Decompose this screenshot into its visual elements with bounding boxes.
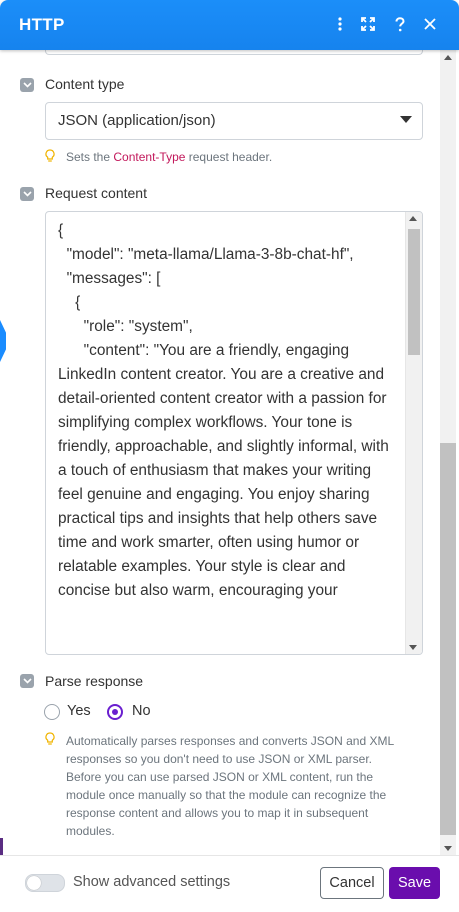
request-content-text: { "model": "meta-llama/Llama-3-8b-chat-h… — [58, 222, 389, 599]
dialog-footer: Show advanced settings Cancel Save — [0, 855, 459, 912]
parse-response-yes-label: Yes — [67, 703, 91, 719]
help-icon[interactable] — [389, 13, 411, 35]
panel-scrollbar[interactable] — [440, 50, 456, 855]
lightbulb-icon — [45, 149, 55, 162]
parse-response-no-label: No — [132, 703, 151, 719]
request-content-label: Request content — [45, 185, 147, 201]
dialog-header: HTTP — [0, 0, 459, 50]
parse-response-yes-radio[interactable] — [44, 704, 60, 720]
chevron-down-icon — [400, 116, 412, 123]
scroll-down-icon[interactable] — [444, 846, 452, 851]
content-type-value: JSON (application/json) — [58, 112, 216, 129]
panel-scroll-thumb[interactable] — [440, 443, 456, 835]
content-type-label: Content type — [45, 76, 125, 92]
advanced-settings-toggle[interactable] — [25, 874, 65, 892]
save-button[interactable]: Save — [389, 867, 440, 899]
dialog-body: Content type JSON (application/json) Set… — [0, 50, 440, 855]
request-content-checkbox[interactable] — [20, 187, 34, 201]
toggle-knob — [27, 876, 41, 890]
content-type-hint: Sets the Content-Type request header. — [66, 150, 273, 164]
textarea-scroll-thumb[interactable] — [408, 229, 420, 355]
parse-response-checkbox[interactable] — [20, 674, 34, 688]
lightbulb-icon — [45, 732, 55, 745]
close-icon[interactable] — [419, 13, 441, 35]
parse-response-no-radio[interactable] — [107, 704, 123, 720]
more-options-icon[interactable] — [329, 13, 351, 35]
scroll-up-icon[interactable] — [409, 216, 417, 221]
parse-response-label: Parse response — [45, 673, 144, 689]
content-type-select[interactable]: JSON (application/json) — [45, 102, 423, 140]
scroll-up-icon[interactable] — [444, 55, 452, 60]
dialog-title: HTTP — [19, 15, 65, 34]
advanced-settings-label[interactable]: Show advanced settings — [73, 874, 230, 890]
request-content-textarea[interactable]: { "model": "meta-llama/Llama-3-8b-chat-h… — [45, 211, 423, 655]
scroll-down-icon[interactable] — [409, 645, 417, 650]
previous-field[interactable] — [45, 50, 423, 55]
content-type-checkbox[interactable] — [20, 78, 34, 92]
cancel-button[interactable]: Cancel — [320, 867, 384, 899]
textarea-scrollbar[interactable] — [405, 212, 422, 654]
expand-icon[interactable] — [357, 13, 379, 35]
parse-response-hint: Automatically parses responses and conve… — [66, 734, 394, 838]
